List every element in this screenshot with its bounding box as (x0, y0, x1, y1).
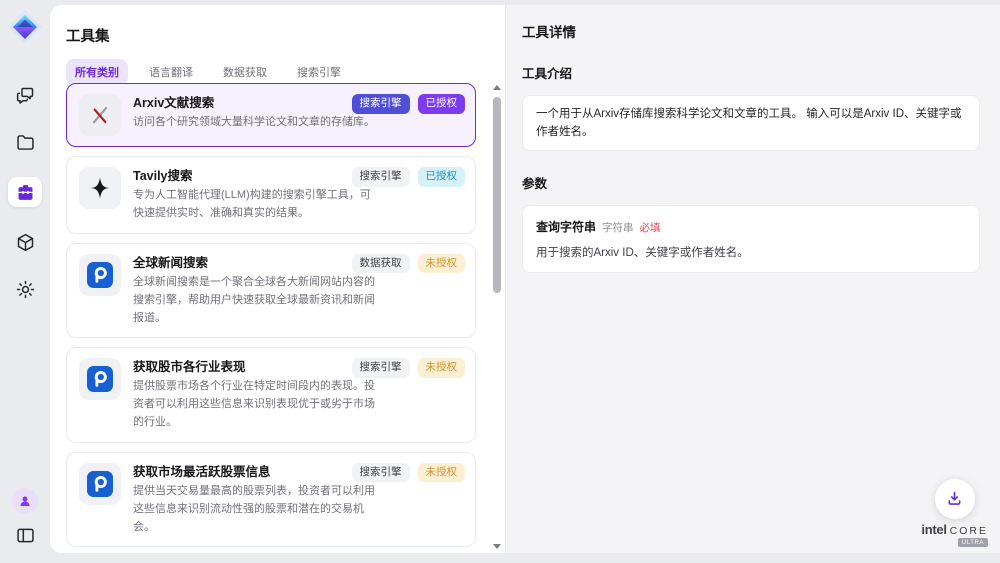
app-logo (7, 9, 43, 45)
tool-description: 专为人工智能代理(LLM)构建的搜索引擎工具，可快速提供实时、准确和真实的结果。 (133, 187, 376, 223)
auth-status-badge: 已授权 (418, 167, 466, 187)
tavily-icon (79, 167, 121, 209)
tool-card-list: Arxiv文献搜索访问各个研究领域大量科学论文和文章的存储库。搜索引擎已授权Ta… (66, 83, 476, 553)
arxiv-icon (79, 94, 121, 136)
qnews-icon (79, 254, 121, 296)
tool-name: Tavily搜索 (133, 167, 376, 185)
category-tag: 搜索引擎 (352, 358, 410, 378)
auth-status-badge: 已授权 (418, 94, 466, 114)
tool-tags: 搜索引擎已授权 (352, 167, 466, 187)
qnews-icon (79, 358, 121, 400)
corner-widgets: intel core ULTRA (921, 479, 988, 548)
rail-bottom (0, 488, 50, 547)
auth-status-badge: 未授权 (418, 358, 466, 378)
intel-wordmark: intel (921, 523, 946, 536)
ultra-badge: ULTRA (958, 538, 988, 547)
category-tabs: 所有类别语言翻译数据获取搜索引擎 (66, 59, 505, 85)
tool-detail-pane: 工具详情 工具介绍 一个用于从Arxiv存储库搜索科学论文和文章的工具。 输入可… (505, 5, 1000, 553)
tool-tags: 搜索引擎未授权 (352, 358, 466, 378)
category-tag: 搜索引擎 (352, 167, 410, 187)
download-icon (945, 489, 964, 508)
category-tag: 搜索引擎 (352, 94, 410, 114)
tool-card-body: 获取股市各行业表现提供股票市场各个行业在特定时间段内的表现。投资者可以利用这些信… (133, 358, 376, 432)
intel-core-logo: intel core ULTRA (921, 523, 988, 548)
scroll-down-arrow-icon[interactable] (493, 544, 501, 549)
download-button[interactable] (935, 479, 975, 519)
auth-status-badge: 未授权 (418, 463, 466, 483)
param-row: 查询字符串字符串必填用于搜索的Arxiv ID、关键字或作者姓名。 (536, 218, 966, 260)
intro-heading: 工具介绍 (522, 63, 980, 82)
params-box: 查询字符串字符串必填用于搜索的Arxiv ID、关键字或作者姓名。 (522, 205, 980, 273)
rail-nav (8, 83, 42, 301)
detail-title: 工具详情 (522, 21, 980, 41)
scroll-up-arrow-icon[interactable] (493, 85, 501, 90)
tool-tags: 数据获取未授权 (352, 254, 466, 274)
category-tab[interactable]: 搜索引擎 (288, 59, 350, 85)
intro-text: 一个用于从Arxiv存储库搜索科学论文和文章的工具。 输入可以是Arxiv ID… (522, 95, 980, 152)
tool-description: 访问各个研究领域大量科学论文和文章的存储库。 (133, 114, 375, 132)
chat-icon[interactable] (13, 83, 37, 107)
tool-card-body: 获取市场最活跃股票信息提供当天交易量最高的股票列表，投资者可以利用这些信息来识别… (133, 463, 376, 537)
tool-tags: 搜索引擎已授权 (352, 94, 466, 114)
tools-list-pane: 工具集 所有类别语言翻译数据获取搜索引擎 Arxiv文献搜索访问各个研究领域大量… (50, 5, 505, 553)
param-name: 查询字符串 (536, 218, 596, 235)
category-tag: 搜索引擎 (352, 463, 410, 483)
tool-name: 获取市场最活跃股票信息 (133, 463, 376, 481)
user-avatar[interactable] (12, 488, 38, 514)
category-tab[interactable]: 语言翻译 (140, 59, 202, 85)
cube-icon[interactable] (13, 230, 37, 254)
param-type: 字符串 (602, 220, 634, 235)
tool-name: 获取股市各行业表现 (133, 358, 376, 376)
toolbox-icon[interactable] (8, 177, 42, 207)
category-tab[interactable]: 所有类别 (66, 59, 128, 85)
auth-status-badge: 未授权 (418, 254, 466, 274)
params-heading: 参数 (522, 173, 980, 192)
tool-card[interactable]: 获取股市各行业表现提供股票市场各个行业在特定时间段内的表现。投资者可以利用这些信… (66, 347, 476, 443)
tool-card[interactable]: Tavily搜索专为人工智能代理(LLM)构建的搜索引擎工具，可快速提供实时、准… (66, 156, 476, 234)
tool-card[interactable]: Arxiv文献搜索访问各个研究领域大量科学论文和文章的存储库。搜索引擎已授权 (66, 83, 476, 147)
tool-card[interactable]: 获取市场最活跃股票信息提供当天交易量最高的股票列表，投资者可以利用这些信息来识别… (66, 452, 476, 548)
scrollbar-thumb[interactable] (493, 97, 501, 293)
page-title: 工具集 (66, 25, 505, 46)
left-rail (0, 0, 50, 563)
param-description: 用于搜索的Arxiv ID、关键字或作者姓名。 (536, 244, 966, 260)
tool-card[interactable]: 全球新闻搜索全球新闻搜索是一个聚合全球各大新闻网站内容的搜索引擎，帮助用户快速获… (66, 243, 476, 339)
tool-card-body: Tavily搜索专为人工智能代理(LLM)构建的搜索引擎工具，可快速提供实时、准… (133, 167, 376, 223)
param-required-badge: 必填 (640, 220, 661, 235)
scrollbar[interactable] (492, 83, 503, 549)
tool-tags: 搜索引擎未授权 (352, 463, 466, 483)
tool-description: 提供当天交易量最高的股票列表，投资者可以利用这些信息来识别流动性强的股票和潜在的… (133, 483, 376, 536)
tool-name: Arxiv文献搜索 (133, 94, 375, 112)
tool-description: 提供股票市场各个行业在特定时间段内的表现。投资者可以利用这些信息来识别表现优于或… (133, 378, 376, 431)
category-tag: 数据获取 (352, 254, 410, 274)
tool-name: 全球新闻搜索 (133, 254, 376, 272)
gear-icon[interactable] (13, 277, 37, 301)
tool-card-body: Arxiv文献搜索访问各个研究领域大量科学论文和文章的存储库。 (133, 94, 375, 136)
category-tab[interactable]: 数据获取 (214, 59, 276, 85)
param-head: 查询字符串字符串必填 (536, 218, 966, 235)
panels-icon[interactable] (13, 523, 37, 547)
tool-card-body: 全球新闻搜索全球新闻搜索是一个聚合全球各大新闻网站内容的搜索引擎，帮助用户快速获… (133, 254, 376, 328)
qnews-icon (79, 463, 121, 505)
core-wordmark: core (950, 526, 988, 537)
main-window: 工具集 所有类别语言翻译数据获取搜索引擎 Arxiv文献搜索访问各个研究领域大量… (50, 5, 1000, 553)
tool-description: 全球新闻搜索是一个聚合全球各大新闻网站内容的搜索引擎，帮助用户快速获取全球最新资… (133, 274, 376, 327)
folder-icon[interactable] (13, 130, 37, 154)
